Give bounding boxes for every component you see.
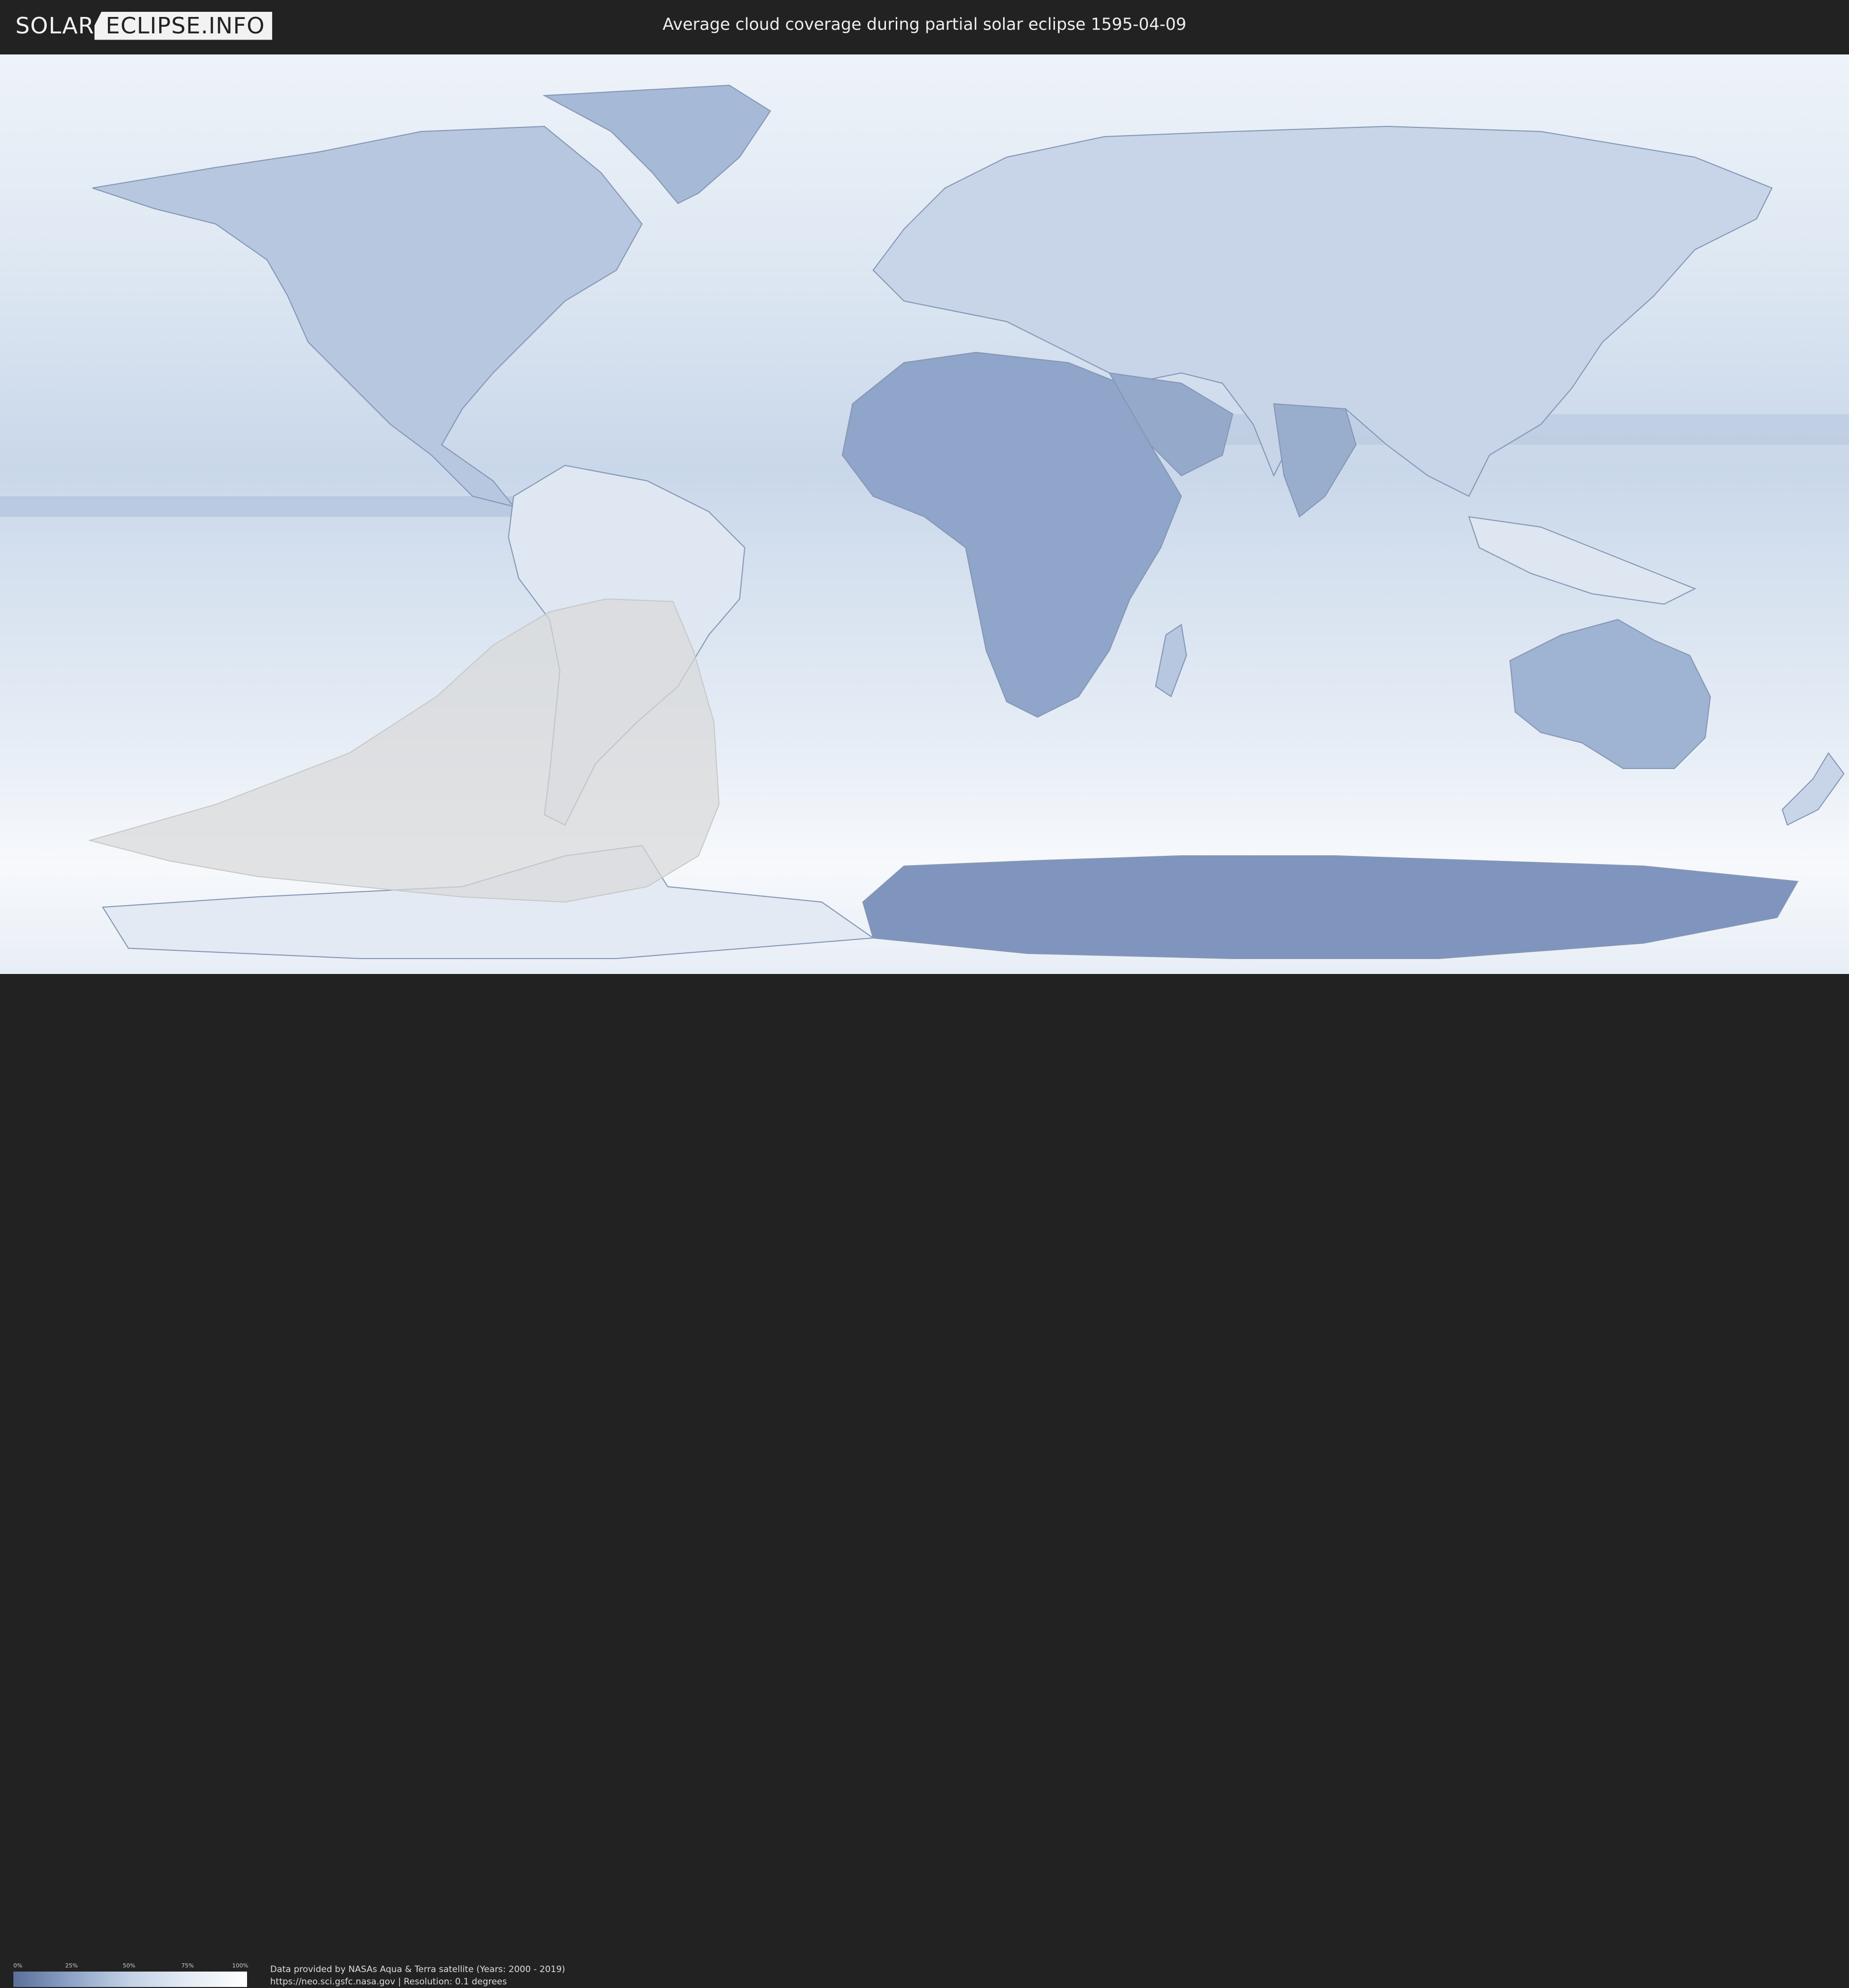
- data-credits: Data provided by NASAs Aqua & Terra sate…: [270, 1963, 565, 1988]
- footer: 0% 25% 50% 75% 100% Data provided by NAS…: [0, 974, 1849, 1987]
- credit-source: Data provided by NASAs Aqua & Terra sate…: [270, 1964, 565, 1975]
- legend-tick-100: 100%: [232, 1962, 249, 1969]
- legend-tick-75: 75%: [181, 1962, 194, 1969]
- world-map-svg: [0, 54, 1849, 974]
- cloud-coverage-legend: 0% 25% 50% 75% 100%: [13, 1962, 249, 1987]
- legend-tick-25: 25%: [65, 1962, 78, 1969]
- legend-color-bar: [13, 1972, 247, 1987]
- top-bar: SOLAR ECLIPSE.INFO Average cloud coverag…: [0, 0, 1849, 51]
- cloud-band-tropics: [0, 496, 539, 517]
- credit-url-resolution[interactable]: https://neo.sci.gsfc.nasa.gov | Resoluti…: [270, 1976, 565, 1988]
- page-title: Average cloud coverage during partial so…: [663, 14, 1186, 34]
- cloud-coverage-map[interactable]: [0, 54, 1849, 974]
- legend-tick-50: 50%: [123, 1962, 136, 1969]
- legend-tick-0: 0%: [13, 1962, 23, 1969]
- legend-ticks: 0% 25% 50% 75% 100%: [13, 1962, 249, 1971]
